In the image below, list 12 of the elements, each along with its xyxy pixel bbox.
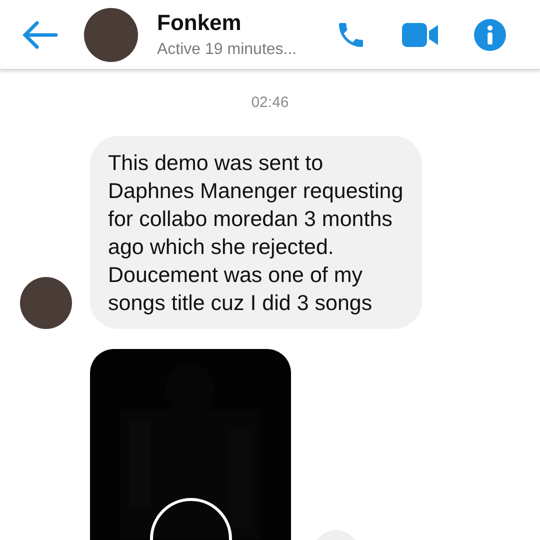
video-call-button[interactable] [401, 20, 439, 48]
timestamp: 02:46 [251, 94, 289, 111]
avatar[interactable] [84, 8, 138, 62]
message-bubble: This demo was sent to Daphnes Manenger requesting for collabo moredan 3 months ago which she rejected. Doucement was one of my songs title cuz I did 3 songs [90, 136, 422, 329]
info-icon [473, 18, 507, 52]
contact-name: Fonkem [157, 10, 242, 36]
video-camera-icon [401, 20, 439, 48]
avatar [20, 277, 72, 329]
back-button[interactable] [22, 20, 58, 50]
back-arrow-icon [22, 20, 58, 50]
info-button[interactable] [473, 18, 507, 52]
active-status: Active 19 minutes... [157, 41, 298, 59]
